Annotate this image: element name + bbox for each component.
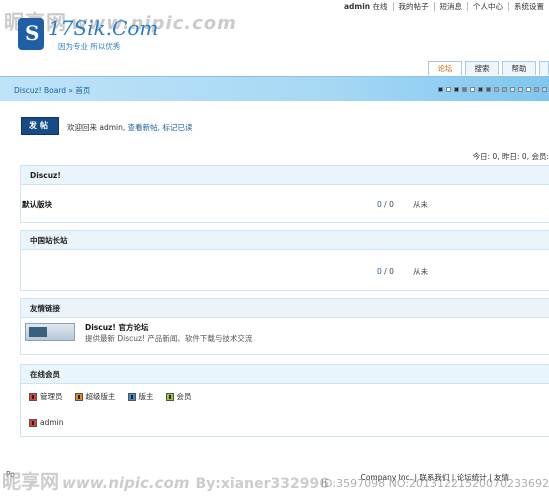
category-title[interactable]: 中国站长站 [21,231,549,250]
nav-tabs: 论坛 搜索 帮助 [428,61,549,75]
toplink-user[interactable]: admin 在线 [339,2,393,11]
category-china-webmaster: 中国站长站 [20,230,549,291]
forum-last-default: 从未 [413,200,428,209]
top-links: admin 在线 我的帖子 短消息 个人中心 系统设置 [339,2,549,11]
style-swatch[interactable] [526,87,531,92]
friend-link-desc: 提供最新 Discuz! 产品新闻、软件下载与技术交流 [85,334,253,343]
style-swatches [438,87,547,92]
online-members-title: 在线会员 [21,365,549,384]
new-post-button[interactable]: 发帖 [21,117,59,135]
member-user-icon [165,392,174,401]
category-discuz: Discuz! [20,165,549,223]
online-members-box: 在线会员 管理员 超级版主 版主 会员 admin [20,364,549,437]
logo-slogan: 因为专业 所以优秀 [58,42,121,51]
style-swatch[interactable] [462,87,467,92]
forum-name-default[interactable]: 默认版块 [22,199,52,210]
legend-super-mod: 超级版主 [74,391,116,402]
style-swatch[interactable] [446,87,451,92]
tab-more[interactable] [539,61,549,75]
style-swatch[interactable] [494,87,499,92]
super-moderator-user-icon [74,392,83,401]
site-logo[interactable]: 17Sik.Com 因为专业 所以优秀 [18,16,158,56]
mark-read-link[interactable]: 标记已读 [162,123,192,132]
style-swatch[interactable] [478,87,483,92]
style-swatch[interactable] [534,87,539,92]
view-new-posts-link[interactable]: 查看新帖, [128,123,160,132]
breadcrumb[interactable]: Discuz! Board » 首页 [14,85,90,96]
toplink-settings[interactable]: 系统设置 [508,2,549,11]
toplink-profile[interactable]: 个人中心 [467,2,508,11]
style-swatch[interactable] [518,87,523,92]
welcome-text: 欢迎回来 admin, 查看新帖, 标记已读 [67,123,193,132]
toplink-messages[interactable]: 短消息 [433,2,468,11]
moderator-user-icon [127,392,136,401]
friend-links-title: 友情链接 [21,299,549,318]
style-swatch[interactable] [486,87,491,92]
watermark-id: ID:3597098 NO:20131221520070233692 [320,477,549,490]
admin-user-icon [29,392,37,401]
style-swatch[interactable] [438,87,443,92]
style-swatch[interactable] [542,87,547,92]
style-swatch[interactable] [454,87,459,92]
admin-user-icon [29,418,37,427]
tab-forum[interactable]: 论坛 [428,61,462,75]
legend-admin: 管理员 [29,391,63,402]
logo-name: 17Sik.Com [48,16,159,40]
logo-mark-icon [18,18,44,50]
breadcrumb-bar: Discuz! Board » 首页 [0,76,549,101]
category-title[interactable]: Discuz! [21,166,549,185]
style-swatch[interactable] [510,87,515,92]
online-user-admin[interactable]: admin [29,418,64,427]
toplink-my-posts[interactable]: 我的帖子 [392,2,434,11]
forum-count-webmaster: 0 / 0 [377,267,394,276]
friend-link-title[interactable]: Discuz! 官方论坛 [85,322,148,333]
member-legend: 管理员 超级版主 版主 会员 [29,391,192,402]
discuz-logo-icon[interactable] [25,323,75,341]
tab-help[interactable]: 帮助 [502,61,536,75]
watermark-bottom: 昵享网 www.nipic.com By:xianer332996 [2,471,329,493]
legend-member: 会员 [165,391,192,402]
friend-links-box: 友情链接 Discuz! 官方论坛 提供最新 Discuz! 产品新闻、软件下载… [20,298,549,355]
forum-count-default: 0 / 0 [377,200,394,209]
forum-stats: 今日: 0, 昨日: 0, 会员: [472,152,549,161]
legend-moderator: 版主 [127,391,154,402]
style-swatch[interactable] [470,87,475,92]
tab-search[interactable]: 搜索 [465,61,499,75]
style-swatch[interactable] [502,87,507,92]
forum-last-webmaster: 从未 [413,267,428,276]
